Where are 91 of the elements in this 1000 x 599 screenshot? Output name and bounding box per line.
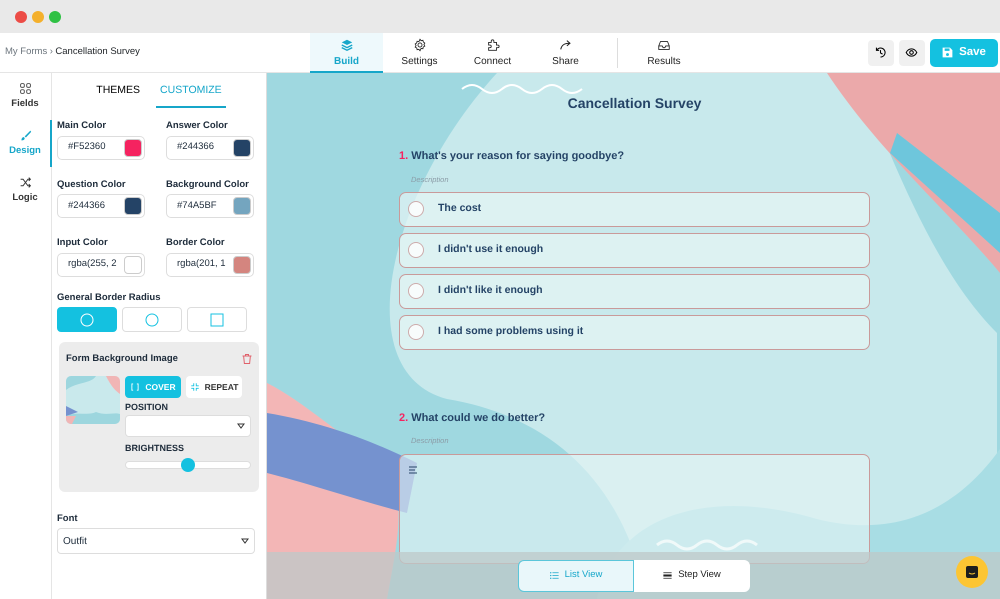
nav-tab[interactable]: Settings: [383, 32, 456, 72]
field-label: Answer Color: [166, 119, 229, 133]
option-label: The cost: [438, 201, 482, 216]
radio-button[interactable]: [408, 324, 424, 340]
preview-button[interactable]: [898, 40, 924, 66]
view-toggle[interactable]: Step View: [634, 560, 750, 592]
card-title: Form Background Image: [66, 352, 178, 366]
history-button[interactable]: [868, 40, 894, 66]
color-value: rgba(255, 2: [68, 257, 118, 272]
radius-option[interactable]: [122, 307, 182, 332]
list-icon: [548, 570, 560, 581]
field-label: Font: [56, 512, 79, 526]
form-title: Cancellation Survey: [566, 94, 702, 113]
brightness-slider[interactable]: [125, 460, 251, 468]
brush-icon: [18, 128, 32, 142]
compress-icon: [190, 382, 200, 392]
position-select[interactable]: [125, 414, 251, 436]
answer-option[interactable]: The cost: [399, 192, 870, 227]
color-swatch[interactable]: [124, 256, 142, 274]
field-label: Question Color: [57, 178, 127, 192]
radio-button[interactable]: [408, 201, 424, 218]
color-field[interactable]: #F52360: [57, 136, 145, 160]
mode-button[interactable]: REPEAT: [186, 376, 242, 398]
question-title: 1. What's your reason for saying goodbye?: [399, 149, 626, 164]
question-title: 2. What could we do better?: [399, 410, 546, 426]
chat-icon: [965, 565, 979, 579]
save-icon: [941, 46, 954, 59]
color-swatch[interactable]: [124, 138, 142, 156]
preview-icon: [905, 46, 918, 59]
answer-option[interactable]: I didn't use it enough: [399, 232, 870, 268]
radio-button[interactable]: [408, 242, 424, 258]
field-label: Input Color: [57, 236, 109, 250]
field-label: POSITION: [125, 400, 170, 414]
window-control-dot[interactable]: [49, 10, 61, 22]
color-value: #244366: [68, 198, 106, 213]
text-lines-icon: [408, 464, 418, 475]
color-value: #244366: [177, 140, 215, 154]
puzzle-icon: [486, 38, 500, 52]
field-label: Background Color: [166, 178, 250, 192]
caret-icon: [237, 422, 245, 428]
radio-button[interactable]: [408, 283, 424, 300]
grid-icon: [18, 82, 32, 95]
settings-icon: [412, 38, 426, 52]
field-label: Border Color: [166, 236, 226, 250]
circle-icon: [80, 312, 94, 326]
field-label: BRIGHTNESS: [125, 442, 186, 454]
window-control-dot[interactable]: [15, 10, 27, 22]
sidebar-item[interactable]: Fields: [0, 73, 52, 120]
field-label: Main Color: [57, 119, 108, 133]
history-icon: [874, 46, 887, 59]
color-swatch[interactable]: [233, 197, 251, 215]
expand-icon: [130, 382, 140, 392]
color-field[interactable]: #244366: [166, 136, 254, 160]
circle-icon: [145, 312, 159, 326]
color-swatch[interactable]: [233, 256, 251, 274]
color-value: #F52360: [68, 140, 107, 154]
square-icon: [210, 312, 224, 326]
step-icon: [662, 570, 674, 581]
color-value: #74A5BF: [177, 198, 218, 213]
sidebar-item[interactable]: Logic: [0, 167, 52, 214]
shuffle-icon: [18, 176, 32, 189]
radius-option[interactable]: [57, 307, 117, 332]
color-value: rgba(201, 1: [177, 257, 227, 272]
breadcrumb-link[interactable]: My Forms: [5, 45, 48, 60]
color-swatch[interactable]: [233, 138, 251, 156]
field-label: General Border Radius: [56, 290, 162, 304]
color-field[interactable]: rgba(255, 2: [57, 252, 145, 276]
answer-option[interactable]: I had some problems using it: [399, 314, 870, 350]
color-swatch[interactable]: [124, 197, 142, 215]
color-field[interactable]: #74A5BF: [166, 194, 254, 218]
select-value: Outfit: [63, 534, 87, 548]
color-field[interactable]: rgba(201, 1: [166, 252, 254, 276]
share-icon: [558, 38, 572, 52]
delete-icon[interactable]: [241, 353, 253, 365]
caret-icon: [241, 538, 249, 544]
option-label: I didn't like it enough: [438, 283, 543, 298]
slider-thumb[interactable]: [181, 458, 195, 472]
font-select[interactable]: Outfit: [57, 528, 255, 554]
answer-option[interactable]: I didn't like it enough: [399, 274, 870, 309]
nav-tab[interactable]: Connect: [456, 32, 529, 72]
radius-option[interactable]: [187, 307, 247, 332]
option-label: I had some problems using it: [438, 324, 584, 340]
nav-tab[interactable]: Share: [529, 32, 602, 72]
option-label: I didn't use it enough: [438, 242, 544, 258]
layers-icon: [340, 38, 354, 52]
breadcrumb-current: Cancellation Survey: [55, 45, 140, 60]
color-field[interactable]: #244366: [57, 194, 145, 218]
panel-tab[interactable]: THEMES: [92, 76, 144, 108]
breadcrumb-separator: ›: [50, 45, 53, 60]
window-control-dot[interactable]: [32, 10, 44, 22]
nav-tab[interactable]: Results: [633, 32, 695, 72]
